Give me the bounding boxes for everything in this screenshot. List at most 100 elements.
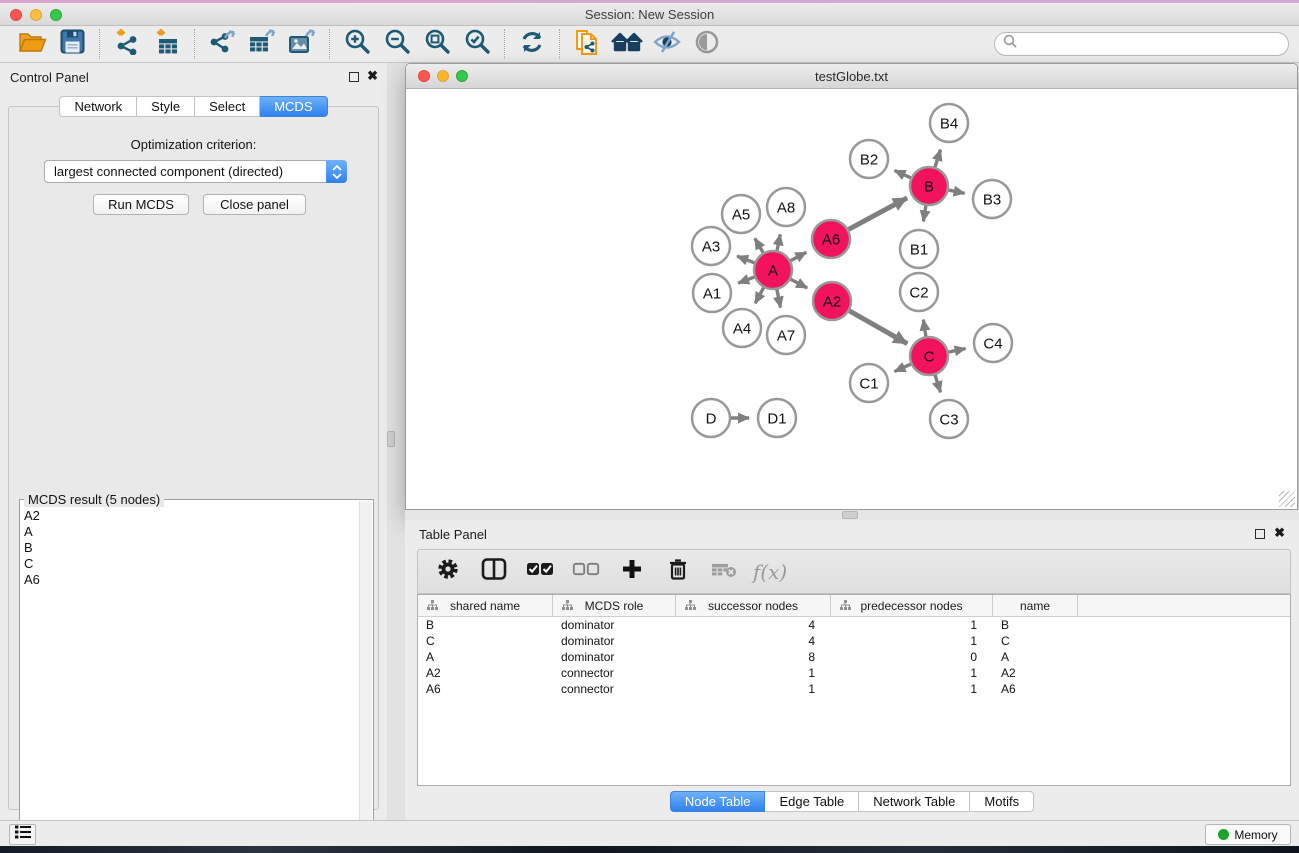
tab-network-table[interactable]: Network Table: [859, 791, 970, 812]
search-box[interactable]: [994, 32, 1289, 56]
table-cell[interactable]: 8: [676, 649, 831, 665]
edge-A-A5[interactable]: [755, 238, 763, 252]
tab-mcds[interactable]: MCDS: [260, 96, 327, 117]
import-table-button[interactable]: [147, 28, 187, 60]
network-from-selection-button[interactable]: [567, 28, 607, 60]
network-canvas[interactable]: B4B2BB3A8A5A6A3B1AA1C2A2A4A7C4CC1C3DD1: [407, 89, 1296, 509]
zoom-in-button[interactable]: [337, 28, 377, 60]
show-columns-button[interactable]: [478, 555, 510, 589]
edge-C-C2[interactable]: [923, 320, 926, 337]
mcds-result-item[interactable]: A: [24, 524, 40, 540]
close-panel-button[interactable]: Close panel: [203, 194, 306, 215]
edge-C-C3[interactable]: [935, 375, 940, 392]
close-panel-icon[interactable]: ✖: [367, 68, 378, 84]
result-scrollbar[interactable]: [359, 501, 372, 832]
function-builder-button[interactable]: f(x): [754, 555, 786, 589]
export-image-button[interactable]: [282, 28, 322, 60]
edge-A2-C[interactable]: [849, 311, 907, 344]
column-header-MCDS-role[interactable]: MCDS role: [553, 595, 676, 617]
save-session-button[interactable]: [52, 28, 92, 60]
table-cell[interactable]: B: [418, 617, 553, 633]
table-cell[interactable]: A6: [993, 681, 1078, 697]
edge-A-A4[interactable]: [755, 288, 763, 304]
search-input[interactable]: [1018, 35, 1288, 53]
table-cell[interactable]: C: [418, 633, 553, 649]
divider-handle[interactable]: [387, 431, 395, 447]
network-graph[interactable]: B4B2BB3A8A5A6A3B1AA1C2A2A4A7C4CC1C3DD1: [407, 89, 1296, 509]
table-cell[interactable]: dominator: [553, 617, 676, 633]
column-header-name[interactable]: name: [993, 595, 1078, 617]
float-panel-icon[interactable]: [1255, 529, 1265, 539]
edge-A-A2[interactable]: [791, 279, 808, 288]
delete-table-button[interactable]: [708, 555, 740, 589]
edge-C-C1[interactable]: [895, 364, 911, 371]
export-network-button[interactable]: [202, 28, 242, 60]
edge-A-A6[interactable]: [791, 252, 807, 260]
window-resize-grip[interactable]: [1279, 491, 1295, 507]
deselect-all-button[interactable]: [570, 555, 602, 589]
table-cell[interactable]: 1: [676, 681, 831, 697]
zoom-selected-button[interactable]: [457, 28, 497, 60]
select-all-button[interactable]: [524, 555, 556, 589]
edge-B-B2[interactable]: [895, 170, 911, 177]
tab-node-table[interactable]: Node Table: [670, 791, 766, 812]
table-cell[interactable]: A: [418, 649, 553, 665]
table-cell[interactable]: C: [993, 633, 1078, 649]
table-cell[interactable]: dominator: [553, 649, 676, 665]
table-cell[interactable]: B: [993, 617, 1078, 633]
table-cell[interactable]: 0: [831, 649, 993, 665]
column-header-shared-name[interactable]: shared name: [418, 595, 553, 617]
show-panels-button[interactable]: [687, 28, 727, 60]
close-panel-icon[interactable]: ✖: [1274, 525, 1285, 541]
table-cell[interactable]: 1: [831, 617, 993, 633]
tab-style[interactable]: Style: [137, 96, 195, 117]
open-in-ndex-button[interactable]: [607, 28, 647, 60]
edge-B-B3[interactable]: [949, 190, 965, 193]
hide-panels-button[interactable]: [647, 28, 687, 60]
edge-A6-B[interactable]: [849, 198, 907, 230]
table-cell[interactable]: 1: [831, 665, 993, 681]
mcds-result-item[interactable]: A6: [24, 572, 40, 588]
table-cell[interactable]: 4: [676, 633, 831, 649]
horizontal-split-divider[interactable]: [405, 510, 1299, 520]
task-history-button[interactable]: [9, 824, 36, 845]
apply-preferred-layout-button[interactable]: [512, 28, 552, 60]
table-cell[interactable]: connector: [553, 665, 676, 681]
vertical-split-divider[interactable]: [387, 63, 405, 820]
mcds-result-item[interactable]: C: [24, 556, 40, 572]
table-cell[interactable]: connector: [553, 681, 676, 697]
table-cell[interactable]: A2: [418, 665, 553, 681]
mcds-result-item[interactable]: A2: [24, 508, 40, 524]
delete-column-button[interactable]: [662, 555, 694, 589]
table-options-button[interactable]: [432, 555, 464, 589]
memory-button[interactable]: Memory: [1205, 824, 1291, 845]
edge-A-A3[interactable]: [737, 256, 754, 263]
criterion-dropdown[interactable]: largest connected component (directed): [44, 160, 347, 183]
table-cell[interactable]: A2: [993, 665, 1078, 681]
table-cell[interactable]: A: [993, 649, 1078, 665]
edge-C-C4[interactable]: [949, 349, 966, 352]
zoom-out-button[interactable]: [377, 28, 417, 60]
zoom-fit-button[interactable]: [417, 28, 457, 60]
edge-B-B1[interactable]: [923, 206, 925, 222]
mcds-result-item[interactable]: B: [24, 540, 40, 556]
edge-A-A1[interactable]: [738, 277, 754, 283]
edge-A-A7[interactable]: [777, 290, 781, 308]
divider-handle[interactable]: [842, 511, 858, 519]
tab-edge-table[interactable]: Edge Table: [765, 791, 859, 812]
table-cell[interactable]: 1: [831, 681, 993, 697]
edge-A-A8[interactable]: [777, 234, 780, 250]
edge-B-B4[interactable]: [935, 150, 940, 167]
add-column-button[interactable]: [616, 555, 648, 589]
table-cell[interactable]: dominator: [553, 633, 676, 649]
network-window-titlebar[interactable]: testGlobe.txt: [406, 64, 1297, 89]
table-cell[interactable]: A6: [418, 681, 553, 697]
table-cell[interactable]: 1: [676, 665, 831, 681]
open-session-button[interactable]: [12, 28, 52, 60]
table-cell[interactable]: 4: [676, 617, 831, 633]
column-header-successor-nodes[interactable]: successor nodes: [676, 595, 831, 617]
tab-motifs[interactable]: Motifs: [970, 791, 1034, 812]
export-table-button[interactable]: [242, 28, 282, 60]
mcds-result-list[interactable]: A2ABCA6: [24, 508, 40, 588]
tab-network[interactable]: Network: [59, 96, 137, 117]
